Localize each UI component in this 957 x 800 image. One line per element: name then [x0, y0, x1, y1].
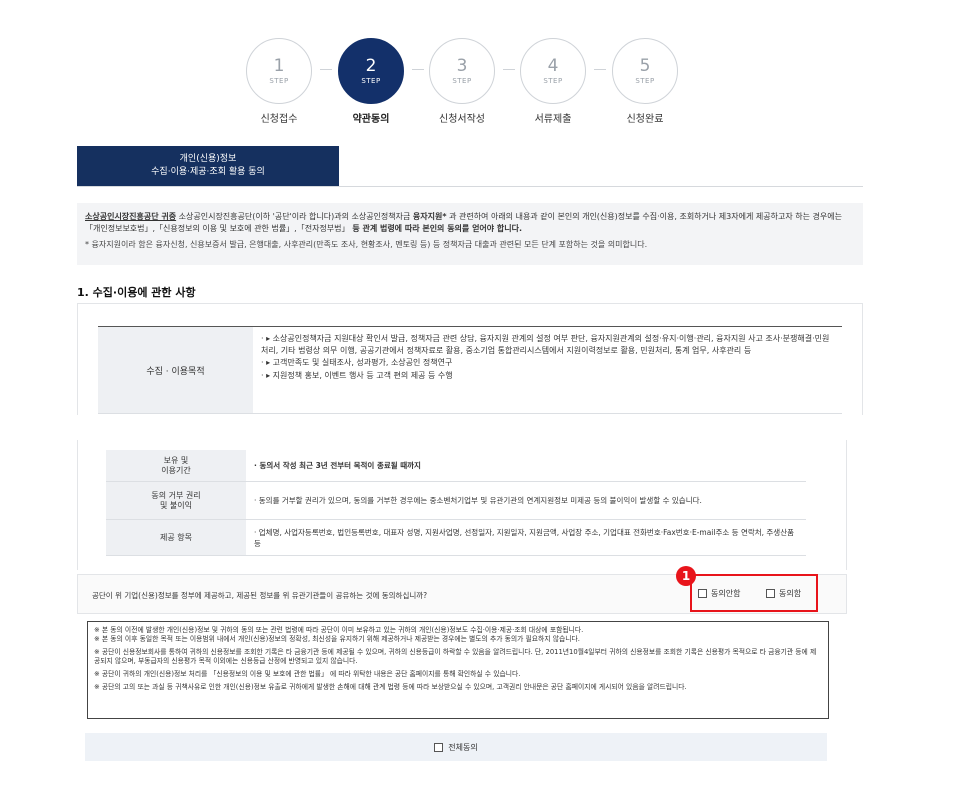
intro-text-1: 소상공인시장진흥공단(이하 '공단'이라 합니다)과의 소상공인정책자금 — [176, 212, 413, 221]
step-5-circle: 5 STEP — [612, 38, 678, 104]
annotation-badge: 1 — [676, 566, 696, 586]
step-name: 신청완료 — [626, 114, 664, 125]
items-header: 제공 항목 — [106, 520, 246, 555]
purpose-content: · ▸ 소상공인정책자금 지원대상 확인서 발급, 정책자금 관련 상담, 융자… — [253, 327, 842, 414]
step-1: 1 STEP 신청접수 — [244, 38, 314, 125]
tab-divider — [77, 186, 863, 187]
step-indicator: 1 STEP 신청접수 2 STEP 약관동의 3 STEP 신청서작성 4 S… — [244, 38, 684, 125]
highlight-box — [690, 574, 818, 612]
provision-table: 보유 및 이용기간 · 동의서 작성 최근 3년 전부터 목적이 종료될 때까지… — [106, 450, 806, 556]
step-3: 3 STEP 신청서작성 — [427, 38, 497, 125]
tab-personal-info-consent[interactable]: 개인(신용)정보 수집·이용·제공·조회 활용 동의 — [77, 146, 339, 186]
step-number: 4 — [547, 56, 559, 76]
purpose-item: · ▸ 소상공인정책자금 지원대상 확인서 발급, 정책자금 관련 상담, 융자… — [261, 334, 830, 355]
step-number: 3 — [456, 56, 468, 76]
notice-paragraph: ※ 공단이 귀하의 개인(신용)정보 처리를 「신용정보의 이용 및 보호에 관… — [94, 670, 521, 678]
purpose-header: 수집 · 이용목적 — [98, 327, 253, 414]
step-2: 2 STEP 약관동의 — [336, 38, 406, 125]
table-row: 보유 및 이용기간 · 동의서 작성 최근 3년 전부터 목적이 종료될 때까지 — [106, 450, 806, 482]
intro-bold-end: 등 관계 법령에 따라 본인의 동의를 얻어야 합니다. — [349, 224, 523, 233]
step-connector — [594, 69, 606, 70]
step-4: 4 STEP 서류제출 — [518, 38, 588, 125]
select-all-checkbox[interactable] — [434, 742, 444, 752]
intro-text: 소상공인시장진흥공단 귀중 소상공인시장진흥공단(이하 '공단'이라 합니다)과… — [85, 211, 855, 235]
legal-notice-box: ※ 본 동의 이전에 발생한 개인(신용)정보 및 귀하의 동의 또는 관련 법… — [87, 621, 829, 719]
notice-paragraph: ※ 공단의 고의 또는 과실 등 귀책사유로 인한 개인(신용)정보 유출로 귀… — [94, 683, 687, 691]
retention-header: 보유 및 이용기간 — [106, 450, 246, 481]
refusal-header: 동의 거부 권리 및 불이익 — [106, 482, 246, 519]
tab-title-line2: 수집·이용·제공·조회 활용 동의 — [151, 167, 265, 177]
table-row: 동의 거부 권리 및 불이익 · 동의를 거부할 권리가 있으며, 동의를 거부… — [106, 482, 806, 520]
intro-footnote: * 융자지원이라 함은 융자신청, 신용보증서 발급, 은행대출, 사후관리(만… — [85, 240, 648, 249]
intro-keyword: 융자지원* — [412, 212, 447, 221]
step-connector — [412, 69, 424, 70]
step-3-circle: 3 STEP — [429, 38, 495, 104]
select-all-consent[interactable]: 전체동의 — [85, 733, 827, 761]
collection-panel: 수집 · 이용목적 · ▸ 소상공인정책자금 지원대상 확인서 발급, 정책자금… — [77, 303, 863, 415]
consent-question: 공단이 위 기업(신용)정보를 정부에 제공하고, 제공된 정보를 위 유관기관… — [92, 591, 428, 600]
intro-notice: 소상공인시장진흥공단 귀중 소상공인시장진흥공단(이하 '공단'이라 합니다)과… — [77, 203, 863, 265]
items-value: · 업체명, 사업자등록번호, 법인등록번호, 대표자 성명, 지원사업명, 선… — [254, 527, 795, 548]
step-number: 1 — [273, 56, 285, 76]
step-connector — [320, 69, 332, 70]
step-name: 약관동의 — [352, 114, 390, 125]
intro-org: 소상공인시장진흥공단 귀중 — [85, 212, 177, 221]
refusal-value: · 동의를 거부할 권리가 있으며, 동의를 거부한 경우에는 중소벤처기업부 … — [254, 496, 702, 505]
step-number: 2 — [365, 56, 377, 76]
step-label: STEP — [452, 77, 472, 85]
step-4-circle: 4 STEP — [520, 38, 586, 104]
step-label: STEP — [361, 77, 381, 85]
step-name: 신청접수 — [260, 114, 298, 125]
purpose-item: · ▸ 고객만족도 및 실태조사, 성과평가, 소상공인 정책연구 — [261, 358, 453, 367]
notice-paragraph: ※ 본 동의 이전에 발생한 개인(신용)정보 및 귀하의 동의 또는 관련 법… — [94, 626, 584, 643]
retention-value: · 동의서 작성 최근 3년 전부터 목적이 종료될 때까지 — [254, 461, 421, 470]
step-label: STEP — [543, 77, 563, 85]
notice-paragraph: ※ 공단이 신용정보회사를 통하여 귀하의 신용정보를 조회한 기록은 타 금융… — [94, 648, 817, 665]
step-1-circle: 1 STEP — [246, 38, 312, 104]
tab-title-line1: 개인(신용)정보 — [179, 154, 237, 164]
step-5: 5 STEP 신청완료 — [610, 38, 680, 125]
step-name: 서류제출 — [534, 114, 572, 125]
step-connector — [503, 69, 515, 70]
select-all-label: 전체동의 — [448, 742, 478, 752]
table-row: 제공 항목 · 업체명, 사업자등록번호, 법인등록번호, 대표자 성명, 지원… — [106, 520, 806, 556]
step-2-circle: 2 STEP — [338, 38, 404, 104]
step-label: STEP — [635, 77, 655, 85]
purpose-item: · ▸ 지원정책 홍보, 이벤트 행사 등 고객 편의 제공 등 수행 — [261, 370, 453, 380]
section-title: 1. 수집·이용에 관한 사항 — [77, 286, 196, 299]
provision-panel: 보유 및 이용기간 · 동의서 작성 최근 3년 전부터 목적이 종료될 때까지… — [77, 440, 847, 570]
purpose-table: 수집 · 이용목적 · ▸ 소상공인정책자금 지원대상 확인서 발급, 정책자금… — [98, 326, 842, 414]
step-name: 신청서작성 — [439, 114, 485, 125]
step-label: STEP — [269, 77, 289, 85]
step-number: 5 — [639, 56, 651, 76]
